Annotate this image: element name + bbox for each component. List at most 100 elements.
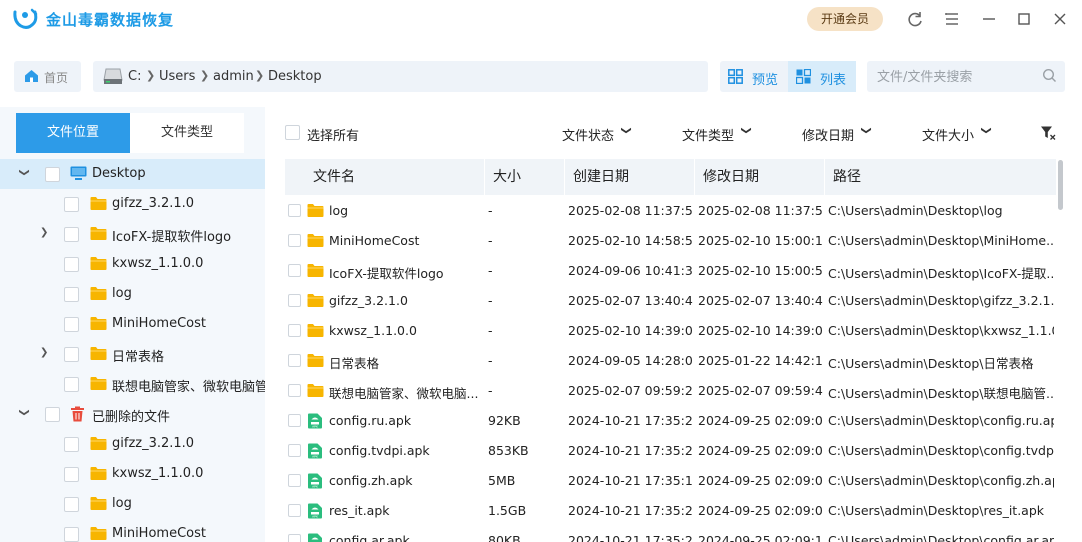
tree-item[interactable]: MiniHomeCost bbox=[0, 519, 265, 542]
tree-item[interactable]: ❯ 日常表格 bbox=[0, 339, 265, 369]
cell-modified: 2025-01-22 14:42:12 bbox=[698, 353, 823, 368]
preview-view-button[interactable]: 预览 bbox=[720, 61, 788, 92]
table-row[interactable]: APK config.zh.apk 5MB 2024-10-21 17:35:19 20… bbox=[285, 466, 1056, 496]
tree-item[interactable]: kxwsz_1.1.0.0 bbox=[0, 459, 265, 489]
table-row[interactable]: 联想电脑管家、微软电脑... - 2025-02-07 09:59:28 2025-0… bbox=[285, 376, 1056, 406]
tab-file-type[interactable]: 文件类型 bbox=[130, 113, 244, 153]
grid-icon bbox=[728, 69, 743, 84]
breadcrumb-item[interactable]: admin bbox=[213, 69, 254, 84]
cell-size: 92KB bbox=[488, 413, 521, 428]
select-all-checkbox[interactable] bbox=[285, 125, 300, 140]
tree-checkbox[interactable] bbox=[64, 437, 79, 452]
column-modified[interactable]: 修改日期 bbox=[695, 159, 825, 195]
row-checkbox[interactable] bbox=[288, 444, 301, 457]
chevron-right-icon[interactable]: ❯ bbox=[40, 227, 48, 238]
folder-icon bbox=[307, 353, 324, 372]
cell-created: 2025-02-10 14:39:07 bbox=[568, 323, 693, 338]
table-row[interactable]: APK config.ru.apk 92KB 2024-10-21 17:35:20 2… bbox=[285, 406, 1056, 436]
cell-name: config.tvdpi.apk bbox=[329, 443, 430, 458]
tree-item[interactable]: MiniHomeCost bbox=[0, 309, 265, 339]
search-input[interactable] bbox=[877, 67, 1037, 87]
cell-size: 853KB bbox=[488, 443, 529, 458]
tree-checkbox[interactable] bbox=[64, 467, 79, 482]
row-checkbox[interactable] bbox=[288, 264, 301, 277]
row-checkbox[interactable] bbox=[288, 534, 301, 542]
filter-file-type[interactable]: 文件类型 ❯ bbox=[682, 125, 751, 144]
cell-modified: 2024-09-25 02:09:08 bbox=[698, 473, 823, 488]
minimize-icon[interactable] bbox=[979, 9, 999, 29]
table-row[interactable]: gifzz_3.2.1.0 - 2025-02-07 13:40:46 2025-02… bbox=[285, 286, 1056, 316]
tab-file-location[interactable]: 文件位置 bbox=[16, 113, 130, 153]
sync-icon[interactable] bbox=[905, 9, 925, 29]
row-checkbox[interactable] bbox=[288, 234, 301, 247]
tree-item[interactable]: log bbox=[0, 489, 265, 519]
table-row[interactable]: IcoFX-提取软件logo - 2024-09-06 10:41:37 2025-0… bbox=[285, 256, 1056, 286]
cell-size: - bbox=[488, 323, 493, 338]
tree-item[interactable]: gifzz_3.2.1.0 bbox=[0, 429, 265, 459]
tree-item[interactable]: kxwsz_1.1.0.0 bbox=[0, 249, 265, 279]
tree-checkbox[interactable] bbox=[45, 407, 60, 422]
tree-checkbox[interactable] bbox=[64, 317, 79, 332]
tree-checkbox[interactable] bbox=[64, 527, 79, 542]
chevron-down-icon[interactable]: ❯ bbox=[19, 168, 30, 176]
list-view-button[interactable]: 列表 bbox=[788, 61, 856, 92]
breadcrumb-item[interactable]: C: bbox=[128, 69, 141, 84]
tree-checkbox[interactable] bbox=[64, 227, 79, 242]
tree-checkbox[interactable] bbox=[64, 497, 79, 512]
row-checkbox[interactable] bbox=[288, 354, 301, 367]
row-checkbox[interactable] bbox=[288, 414, 301, 427]
table-row[interactable]: log - 2025-02-08 11:37:57 2025-02-08 11:37:… bbox=[285, 196, 1056, 226]
chevron-down-icon[interactable]: ❯ bbox=[19, 408, 30, 416]
table-row[interactable]: kxwsz_1.1.0.0 - 2025-02-10 14:39:07 2025-02… bbox=[285, 316, 1056, 346]
chevron-down-icon: ❯ bbox=[620, 126, 632, 135]
row-checkbox[interactable] bbox=[288, 384, 301, 397]
tree-item[interactable]: gifzz_3.2.1.0 bbox=[0, 189, 265, 219]
tree-item[interactable]: log bbox=[0, 279, 265, 309]
tree-item[interactable]: ❯ 已删除的文件 bbox=[0, 399, 265, 429]
tree-item[interactable]: 联想电脑管家、微软电脑管家 bbox=[0, 369, 265, 399]
cell-size: - bbox=[488, 383, 493, 398]
column-created[interactable]: 创建日期 bbox=[565, 159, 695, 195]
home-button[interactable]: 首页 bbox=[14, 61, 81, 92]
column-path[interactable]: 路径 bbox=[825, 159, 1056, 195]
row-checkbox[interactable] bbox=[288, 504, 301, 517]
table-row[interactable]: 日常表格 - 2024-09-05 14:28:01 2025-01-22 14:42… bbox=[285, 346, 1056, 376]
table-row[interactable]: APK config.ar.apk 80KB 2024-10-21 17:35:23 2… bbox=[285, 526, 1056, 542]
column-name[interactable]: 文件名 bbox=[285, 159, 485, 195]
row-checkbox[interactable] bbox=[288, 474, 301, 487]
filter-file-size[interactable]: 文件大小 ❯ bbox=[922, 125, 991, 144]
table-row[interactable]: APK config.tvdpi.apk 853KB 2024-10-21 17:35… bbox=[285, 436, 1056, 466]
left-tabs: 文件位置 文件类型 bbox=[16, 113, 244, 153]
tree-item[interactable]: ❯ Desktop bbox=[0, 159, 265, 189]
tree-checkbox[interactable] bbox=[64, 287, 79, 302]
table-row[interactable]: APK res_it.apk 1.5GB 2024-10-21 17:35:20 202… bbox=[285, 496, 1056, 526]
cell-path: C:\Users\admin\Desktop\IcoFX-提取... bbox=[828, 266, 1054, 281]
breadcrumb-item[interactable]: Desktop bbox=[268, 69, 322, 84]
tree-checkbox[interactable] bbox=[45, 167, 60, 182]
chevron-right-icon[interactable]: ❯ bbox=[40, 347, 48, 358]
menu-icon[interactable] bbox=[942, 9, 962, 29]
cell-name: MiniHomeCost bbox=[329, 233, 420, 248]
table-row[interactable]: MiniHomeCost - 2025-02-10 14:58:51 2025-02-… bbox=[285, 226, 1056, 256]
filter-modified-date[interactable]: 修改日期 ❯ bbox=[802, 125, 871, 144]
scrollbar[interactable] bbox=[1058, 160, 1063, 210]
close-icon[interactable] bbox=[1050, 9, 1070, 29]
vip-button[interactable]: 开通会员 bbox=[807, 7, 883, 31]
row-checkbox[interactable] bbox=[288, 204, 301, 217]
search-icon[interactable] bbox=[1042, 68, 1057, 83]
row-checkbox[interactable] bbox=[288, 324, 301, 337]
filter-file-status[interactable]: 文件状态 ❯ bbox=[562, 125, 631, 144]
tree-checkbox[interactable] bbox=[64, 377, 79, 392]
breadcrumb-item[interactable]: Users bbox=[159, 69, 195, 84]
tree-checkbox[interactable] bbox=[64, 197, 79, 212]
tree-checkbox[interactable] bbox=[64, 257, 79, 272]
tree-checkbox[interactable] bbox=[64, 347, 79, 362]
clear-filter-icon[interactable] bbox=[1040, 125, 1056, 141]
folder-icon bbox=[307, 233, 324, 252]
maximize-icon[interactable] bbox=[1014, 9, 1034, 29]
row-checkbox[interactable] bbox=[288, 294, 301, 307]
folder-icon bbox=[90, 346, 107, 365]
tree-item-label: log bbox=[112, 286, 132, 301]
column-size[interactable]: 大小 bbox=[485, 159, 565, 195]
tree-item[interactable]: ❯ IcoFX-提取软件logo bbox=[0, 219, 265, 249]
